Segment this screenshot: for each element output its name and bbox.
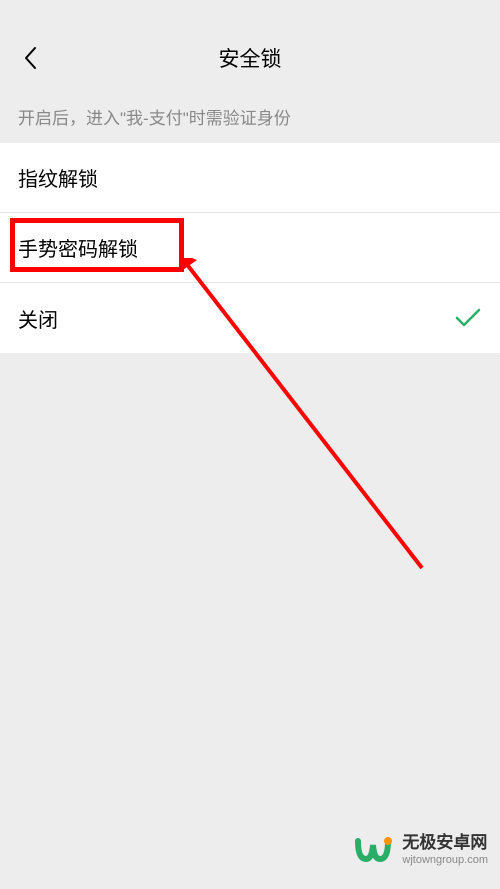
- nav-bar: 安全锁: [0, 30, 500, 86]
- options-list: 指纹解锁 手势密码解锁 关闭: [0, 143, 500, 353]
- page-title: 安全锁: [219, 43, 282, 73]
- option-label: 手势密码解锁: [18, 233, 138, 262]
- watermark-title: 无极安卓网: [402, 833, 488, 853]
- status-bar: [0, 0, 500, 30]
- watermark-logo-icon: [352, 829, 394, 871]
- option-label: 关闭: [18, 304, 58, 333]
- watermark: 无极安卓网 wjtowngroup.com: [352, 829, 488, 871]
- chevron-left-icon: [24, 47, 36, 69]
- watermark-sub: wjtowngroup.com: [402, 854, 488, 867]
- description-text: 开启后，进入"我-支付"时需验证身份: [0, 86, 500, 143]
- option-fingerprint[interactable]: 指纹解锁: [0, 143, 500, 213]
- watermark-text: 无极安卓网 wjtowngroup.com: [402, 833, 488, 867]
- option-gesture[interactable]: 手势密码解锁: [0, 213, 500, 283]
- option-label: 指纹解锁: [18, 163, 98, 192]
- option-off[interactable]: 关闭: [0, 283, 500, 353]
- check-icon: [454, 304, 482, 332]
- back-button[interactable]: [18, 46, 42, 70]
